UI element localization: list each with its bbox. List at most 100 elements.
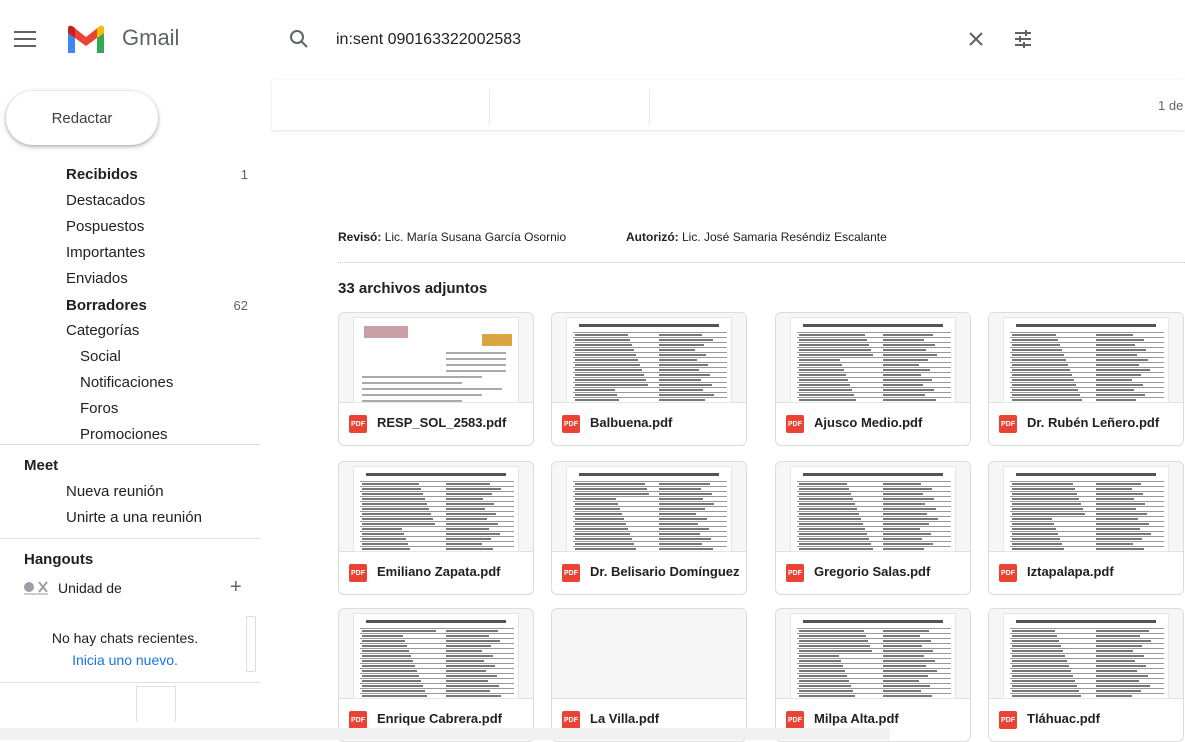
- attachment-footer: PDF Balbuena.pdf: [552, 403, 746, 445]
- preview-cell: [362, 493, 423, 495]
- attachment-footer: PDF Gregorio Salas.pdf: [776, 552, 970, 594]
- sidebar-item-inbox[interactable]: Recibidos 1: [0, 162, 272, 188]
- attachment-thumbnail: [552, 313, 746, 403]
- preview-row: [797, 382, 951, 383]
- attachment-card[interactable]: PDF Gregorio Salas.pdf: [775, 461, 971, 595]
- attachment-thumbnail: [989, 462, 1183, 552]
- preview-row: [1010, 481, 1164, 482]
- preview-cell: [883, 389, 934, 391]
- attachment-card[interactable]: PDF RESP_SOL_2583.pdf: [338, 312, 534, 446]
- join-meeting-link[interactable]: Unirte a una reunión: [66, 509, 202, 526]
- clear-search-icon[interactable]: [966, 29, 986, 54]
- preview-cell: [1012, 384, 1076, 386]
- hangouts-user-name: Unidad de: [58, 580, 122, 596]
- start-new-chat-link[interactable]: Inicia uno nuevo.: [0, 652, 250, 668]
- new-meeting-link[interactable]: Nueva reunión: [66, 483, 164, 500]
- sidebar-item-drafts[interactable]: Borradores 62: [0, 293, 272, 319]
- preview-cell: [575, 354, 636, 356]
- preview-row: [573, 526, 727, 527]
- document-preview: [790, 317, 956, 403]
- sidebar-item-sent[interactable]: Enviados: [0, 266, 272, 292]
- preview-cell: [446, 503, 494, 505]
- preview-cell: [1096, 369, 1150, 371]
- preview-row: [797, 397, 951, 398]
- toolbar-button[interactable]: [338, 90, 490, 124]
- preview-cell: [659, 513, 696, 515]
- preview-cell: [799, 695, 855, 697]
- preview-row: [797, 678, 951, 679]
- attachment-card[interactable]: PDF Emiliano Zapata.pdf: [338, 461, 534, 595]
- toolbar-button[interactable]: [490, 90, 650, 124]
- attachment-card[interactable]: PDF Iztapalapa.pdf: [988, 461, 1184, 595]
- sidebar-item-social[interactable]: Social: [0, 344, 272, 370]
- sidebar-scrollbar[interactable]: [246, 616, 256, 672]
- preview-cell: [883, 695, 932, 697]
- attachment-card[interactable]: PDF Milpa Alta.pdf: [775, 608, 971, 742]
- preview-cell: [446, 498, 483, 500]
- add-chat-icon[interactable]: +: [230, 576, 242, 599]
- preview-cell: [1012, 695, 1081, 697]
- preview-cell: [1096, 503, 1145, 505]
- attachment-card[interactable]: PDF Dr. Belisario Domínguez.pdf: [551, 461, 747, 595]
- pdf-file-icon: PDF: [786, 415, 804, 433]
- preview-cell: [659, 488, 701, 490]
- attachment-card[interactable]: PDF Tláhuac.pdf: [988, 608, 1184, 742]
- preview-row: [573, 486, 727, 487]
- compose-button[interactable]: Redactar: [6, 91, 158, 145]
- preview-cell: [446, 685, 499, 687]
- preview-cell: [1012, 523, 1054, 525]
- preview-cell: [362, 645, 407, 647]
- message-view: 1 de 1 Revisó: Lic. María Susana García …: [272, 80, 1185, 742]
- preview-row: [1010, 501, 1164, 502]
- gmail-logo-icon[interactable]: [66, 24, 106, 59]
- sidebar-item-categories[interactable]: Categorías: [0, 318, 272, 344]
- preview-cell: [883, 650, 933, 652]
- attachment-card[interactable]: PDF La Villa.pdf: [551, 608, 747, 742]
- preview-row: [1010, 511, 1164, 512]
- attachment-card[interactable]: PDF Dr. Rubén Leñero.pdf: [988, 312, 1184, 446]
- search-input[interactable]: in:sent 090163322002583: [336, 31, 521, 49]
- search-options-icon[interactable]: [1012, 28, 1034, 55]
- horizontal-scrollbar[interactable]: [0, 728, 890, 740]
- preview-cell: [1012, 513, 1085, 515]
- sidebar-item-snoozed[interactable]: Pospuestos: [0, 214, 272, 240]
- search-icon[interactable]: [288, 28, 310, 55]
- main-menu-icon[interactable]: [14, 31, 36, 47]
- authorized-name: Lic. José Samaria Reséndiz Escalante: [682, 230, 887, 244]
- sidebar-item-label: Foros: [80, 400, 119, 417]
- attachment-card[interactable]: PDF Ajusco Medio.pdf: [775, 312, 971, 446]
- hangouts-user[interactable]: Unidad de +: [22, 576, 262, 600]
- preview-row: [573, 546, 727, 547]
- preview-row: [1010, 516, 1164, 517]
- preview-row: [1010, 506, 1164, 507]
- sidebar-item-important[interactable]: Importantes: [0, 240, 272, 266]
- divider: [0, 682, 260, 683]
- chats-box: No hay chats recientes. Inicia uno nuevo…: [0, 616, 250, 680]
- preview-cell: [883, 498, 934, 500]
- preview-row: [1010, 382, 1164, 383]
- preview-row: [1010, 392, 1164, 393]
- preview-row: [1010, 377, 1164, 378]
- attachment-name: Milpa Alta.pdf: [814, 711, 899, 726]
- preview-cell: [1096, 399, 1136, 401]
- preview-cell: [575, 364, 640, 366]
- sidebar-item-starred[interactable]: Destacados: [0, 188, 272, 214]
- attachment-card[interactable]: PDF Enrique Cabrera.pdf: [338, 608, 534, 742]
- sidebar-item-label: Promociones: [80, 426, 168, 443]
- attachment-card[interactable]: PDF Balbuena.pdf: [551, 312, 747, 446]
- hangouts-tab[interactable]: [136, 686, 176, 722]
- preview-cell: [362, 640, 405, 642]
- preview-row: [360, 501, 514, 502]
- sidebar-item-updates[interactable]: Notificaciones: [0, 370, 272, 396]
- preview-row: [1010, 357, 1164, 358]
- preview-heading: [803, 324, 943, 327]
- pdf-file-icon: PDF: [562, 415, 580, 433]
- preview-row: [360, 496, 514, 497]
- preview-cell: [1096, 513, 1147, 515]
- document-preview: [353, 613, 519, 699]
- preview-row: [573, 377, 727, 378]
- preview-row: [573, 501, 727, 502]
- sidebar-item-forums[interactable]: Foros: [0, 396, 272, 422]
- preview-cell: [883, 334, 933, 336]
- preview-cell: [446, 670, 486, 672]
